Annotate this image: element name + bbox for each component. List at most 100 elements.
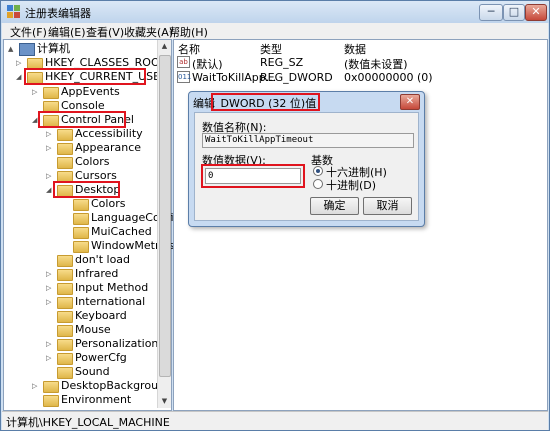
expand-icon[interactable]: ▷ xyxy=(46,172,54,180)
expand-icon[interactable]: ▷ xyxy=(16,59,24,67)
tree-node-label: don't load xyxy=(75,253,131,266)
folder-icon xyxy=(43,381,59,393)
tree-node-label: Infrared xyxy=(75,267,119,280)
tree-node-label: 计算机 xyxy=(37,42,70,55)
folder-icon xyxy=(57,143,73,155)
highlight-hkey-current-user xyxy=(24,68,146,85)
tree-node-label: PowerCfg xyxy=(75,351,127,364)
ok-button[interactable]: 确定 xyxy=(310,197,359,215)
tree-node-expander xyxy=(46,312,54,320)
menu-favorites[interactable]: 收藏夹(A) xyxy=(124,24,173,40)
computer-icon xyxy=(19,43,35,56)
tree-node-expander xyxy=(62,242,70,250)
menu-help[interactable]: 帮助(H) xyxy=(169,24,208,40)
status-path: 计算机\HKEY_LOCAL_MACHINE xyxy=(6,416,170,429)
folder-icon xyxy=(73,199,89,211)
cancel-button[interactable]: 取消 xyxy=(363,197,412,215)
tree-node-label: Sound xyxy=(75,365,110,378)
tree-node-label: Colors xyxy=(91,197,126,210)
tree-node-label: International xyxy=(75,295,146,308)
folder-icon xyxy=(57,367,73,379)
folder-icon xyxy=(57,311,73,323)
expand-icon[interactable]: ▷ xyxy=(46,340,54,348)
tree-node-expander xyxy=(46,256,54,264)
menu-bar: 文件(F) 编辑(E) 查看(V) 收藏夹(A) 帮助(H) xyxy=(2,23,548,39)
highlight-control-panel xyxy=(38,111,126,128)
tree-node-label: Colors xyxy=(75,155,110,168)
tree-node-label: Environment xyxy=(61,393,132,406)
tree-node-label: AppEvents xyxy=(61,85,120,98)
expand-icon[interactable]: ▷ xyxy=(32,88,40,96)
tree-node-expander xyxy=(46,368,54,376)
tree-node-expander xyxy=(32,102,40,110)
scrollbar-thumb[interactable] xyxy=(159,55,171,377)
minimize-button[interactable]: ─ xyxy=(479,4,503,21)
close-button[interactable]: ✕ xyxy=(525,4,547,21)
status-bar: 计算机\HKEY_LOCAL_MACHINE xyxy=(2,411,548,430)
tree-node-expander xyxy=(46,158,54,166)
value-data: 0x00000000 (0) xyxy=(344,71,433,84)
title-bar[interactable]: 注册表编辑器 ─ □ ✕ xyxy=(1,1,549,23)
folder-icon xyxy=(73,213,89,225)
tree-node-expander xyxy=(32,396,40,404)
tree-node-label: Appearance xyxy=(75,141,142,154)
tree-node-label: Input Method xyxy=(75,281,149,294)
tree-node-label: Accessibility xyxy=(75,127,143,140)
value-row-waittokillapp[interactable]: 011 WaitToKillApp... REG_DWORD 0x0000000… xyxy=(174,70,534,85)
folder-icon xyxy=(57,353,73,365)
scroll-down-arrow-icon[interactable]: ▼ xyxy=(158,395,171,408)
tree-node-label: Personalization xyxy=(75,337,159,350)
value-type: REG_SZ xyxy=(260,56,304,69)
dialog-close-button[interactable]: ✕ xyxy=(400,94,420,110)
tree-scrollbar[interactable]: ▲ ▼ xyxy=(157,40,171,408)
folder-icon xyxy=(57,339,73,351)
expand-icon[interactable]: ▷ xyxy=(32,382,40,390)
highlight-desktop xyxy=(53,181,120,198)
maximize-button[interactable]: □ xyxy=(503,4,525,21)
folder-icon xyxy=(57,297,73,309)
folder-icon xyxy=(73,227,89,239)
expand-icon[interactable]: ▷ xyxy=(46,298,54,306)
menu-view[interactable]: 查看(V) xyxy=(86,24,124,40)
expand-icon[interactable]: ▷ xyxy=(46,144,54,152)
collapse-icon[interactable]: ◢ xyxy=(16,73,24,81)
dec-label[interactable]: 十进制(D) xyxy=(326,177,376,193)
regedit-icon xyxy=(7,5,21,18)
edit-dword-dialog: 编辑 DWORD (32 位)值 ✕ 数值名称(N): WaitToKillAp… xyxy=(188,91,425,227)
folder-icon xyxy=(57,283,73,295)
folder-icon xyxy=(57,325,73,337)
folder-icon xyxy=(57,269,73,281)
tree-node-expander xyxy=(46,326,54,334)
value-row-default[interactable]: ab (默认) REG_SZ (数值未设置) xyxy=(174,55,534,71)
tree-node-label: Keyboard xyxy=(75,309,127,322)
menu-file[interactable]: 文件(F) xyxy=(10,24,47,40)
folder-icon xyxy=(57,129,73,141)
collapse-icon[interactable]: ▲ xyxy=(8,45,16,53)
tree-node-expander xyxy=(62,214,70,222)
tree-node-label: MuiCached xyxy=(91,225,152,238)
folder-icon xyxy=(57,255,73,267)
string-value-icon: ab xyxy=(177,56,190,68)
dialog-body: 数值名称(N): WaitToKillAppTimeout 数值数据(V): 0… xyxy=(194,112,419,221)
binary-value-icon: 011 xyxy=(177,71,192,83)
dec-radio[interactable] xyxy=(313,179,323,189)
expand-icon[interactable]: ▷ xyxy=(46,270,54,278)
tree-node-label: DesktopBackground xyxy=(61,379,172,392)
tree-node-label: Mouse xyxy=(75,323,111,336)
value-name-field: WaitToKillAppTimeout xyxy=(202,133,414,148)
expand-icon[interactable]: ▷ xyxy=(46,130,54,138)
hex-radio[interactable] xyxy=(313,166,323,176)
folder-icon xyxy=(43,87,59,99)
expand-icon[interactable]: ▷ xyxy=(46,354,54,362)
window-title: 注册表编辑器 xyxy=(25,7,91,20)
scroll-up-arrow-icon[interactable]: ▲ xyxy=(158,40,171,53)
value-type: REG_DWORD xyxy=(260,71,333,84)
expand-icon[interactable]: ▷ xyxy=(46,284,54,292)
highlight-dialog-title xyxy=(211,93,320,111)
tree-node-expander xyxy=(62,228,70,236)
tree-node-expander xyxy=(62,200,70,208)
folder-icon xyxy=(57,157,73,169)
menu-edit[interactable]: 编辑(E) xyxy=(48,24,86,40)
registry-tree[interactable]: ▲ 计算机 ▷ HKEY_CLASSES_ROOT ◢ HKEY_CURRENT… xyxy=(3,39,181,411)
base-options: 十六进制(H) 十进制(D) xyxy=(311,164,409,193)
